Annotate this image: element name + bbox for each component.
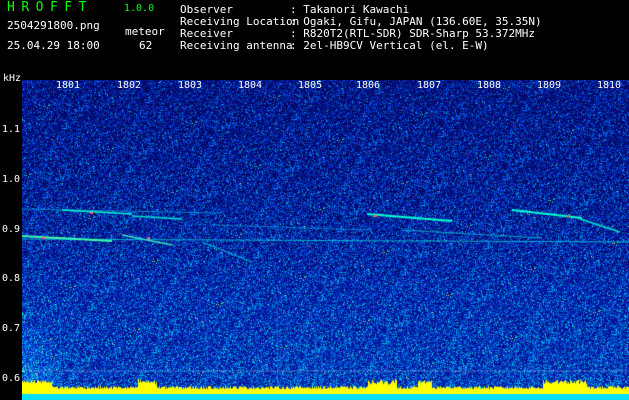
antenna-label: Receiving antenna xyxy=(180,39,293,52)
x-tick-label: 1809 xyxy=(536,80,562,91)
y-tick-label: 0.6 xyxy=(2,373,21,384)
x-tick-label: 1806 xyxy=(355,80,381,91)
x-tick-label: 1807 xyxy=(416,80,442,91)
y-tick-label: 1.1 xyxy=(2,124,21,135)
y-tick-label: 0.9 xyxy=(2,224,21,235)
app-title: HROFFT xyxy=(7,0,93,15)
x-tick-label: 1808 xyxy=(476,80,502,91)
x-tick-label: 1810 xyxy=(596,80,622,91)
file-name: 2504291800.png xyxy=(7,19,100,32)
x-tick-label: 1801 xyxy=(55,80,81,91)
y-tick-label: 0.8 xyxy=(2,273,21,284)
y-tick-label: 0.7 xyxy=(2,323,21,334)
capture-datetime: 25.04.29 18:00 xyxy=(7,39,100,52)
spectrogram-canvas xyxy=(22,80,629,400)
x-tick-label: 1804 xyxy=(237,80,263,91)
x-tick-label: 1803 xyxy=(177,80,203,91)
antenna-value: : 2el-HB9CV Vertical (el. E-W) xyxy=(290,39,489,52)
y-tick-label: 1.0 xyxy=(2,174,21,185)
x-tick-label: 1805 xyxy=(297,80,323,91)
app-version: 1.0.0 xyxy=(124,3,155,14)
hrofft-window: HROFFT 1.0.0 2504291800.png meteor 25.04… xyxy=(0,0,629,400)
x-tick-label: 1802 xyxy=(116,80,142,91)
detection-kind-label: meteor xyxy=(125,25,165,38)
frequency-unit-label: kHz xyxy=(3,73,22,84)
meteor-count: 62 xyxy=(139,39,153,52)
